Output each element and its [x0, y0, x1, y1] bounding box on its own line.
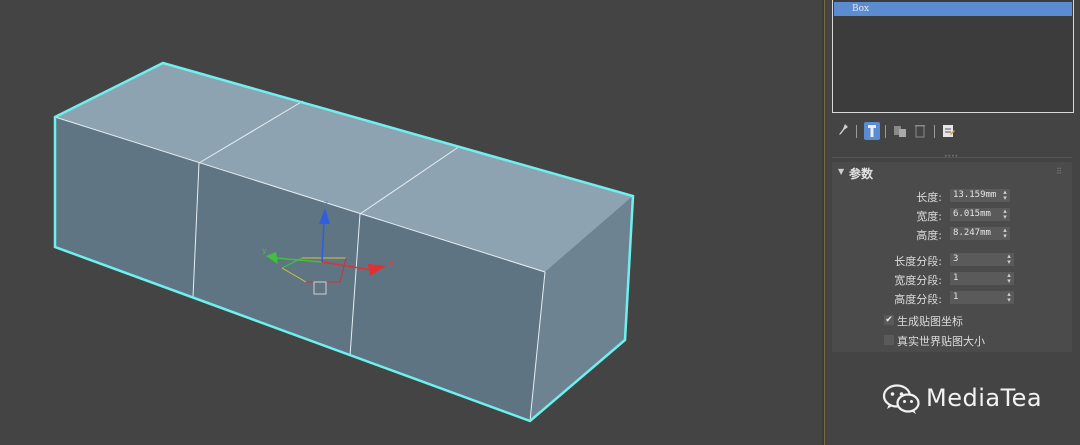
width-segs-row: 宽度分段: 1 ▴ ▾ [832, 271, 1072, 287]
gen-mapping-label: 生成贴图坐标 [897, 315, 963, 328]
parameters-rollout: ▼ 参数 ⠿ 长度: 13.159mm ▴ ▾ 宽度: 6.015mm ▴ ▾ 高度… [832, 162, 1072, 352]
rollout-header[interactable]: ▼ 参数 ⠿ [832, 162, 1072, 182]
width-row: 宽度: 6.015mm ▴ ▾ [832, 207, 1072, 223]
stack-toolbar [832, 122, 1072, 142]
rollout-grip-icon[interactable]: ⠿ [1056, 167, 1062, 176]
viewport-border [824, 0, 825, 445]
gizmo-x-label: x [389, 259, 394, 268]
real-world-label: 真实世界贴图大小 [897, 335, 985, 348]
toolbar-separator [856, 125, 857, 138]
real-world-checkbox[interactable] [884, 335, 894, 345]
height-segs-row: 高度分段: 1 ▴ ▾ [832, 290, 1072, 306]
stack-item-box[interactable]: Box [834, 2, 1072, 16]
height-spinner-icon[interactable]: ▴ ▾ [1000, 227, 1010, 240]
length-segs-label: 长度分段: [894, 255, 942, 268]
length-spinner-icon[interactable]: ▴ ▾ [1000, 189, 1010, 202]
height-segs-label: 高度分段: [894, 293, 942, 306]
watermark-text: MediaTea [926, 384, 1043, 412]
length-segs-spinner-icon[interactable]: ▴ ▾ [1004, 253, 1014, 266]
wechat-icon [882, 384, 920, 414]
rollout-title: 参数 [849, 167, 874, 181]
command-panel: Box •••• ▼ 参数 ⠿ 长度: 13.159mm ▴ ▾ 宽度: 6.0… [826, 0, 1080, 445]
make-unique-icon[interactable] [892, 122, 908, 140]
divider-grip[interactable]: •••• [944, 154, 958, 160]
height-segs-spinner-icon[interactable]: ▴ ▾ [1004, 291, 1014, 304]
perspective-viewport[interactable]: x y z [0, 0, 822, 445]
gizmo-y-label: y [262, 246, 267, 255]
stack-item-label: Box [852, 4, 870, 14]
gen-mapping-checkbox[interactable]: ✔ [884, 315, 894, 325]
height-row: 高度: 8.247mm ▴ ▾ [832, 226, 1072, 242]
width-segs-spinner-icon[interactable]: ▴ ▾ [1004, 272, 1014, 285]
toolbar-separator [885, 125, 886, 138]
length-segs-row: 长度分段: 3 ▴ ▾ [832, 252, 1072, 268]
width-label: 宽度: [916, 210, 942, 223]
remove-modifier-icon[interactable] [912, 122, 928, 140]
width-segs-label: 宽度分段: [894, 274, 942, 287]
width-spinner-icon[interactable]: ▴ ▾ [1000, 208, 1010, 221]
gizmo-z-label: z [324, 199, 328, 208]
height-label: 高度: [916, 229, 942, 242]
length-row: 长度: 13.159mm ▴ ▾ [832, 188, 1072, 204]
collapse-arrow-icon[interactable]: ▼ [838, 167, 844, 176]
length-label: 长度: [916, 191, 942, 204]
configure-modifier-sets-icon[interactable] [940, 122, 956, 140]
pin-stack-icon[interactable] [835, 122, 851, 140]
show-end-result-icon[interactable] [864, 122, 880, 140]
toolbar-separator [934, 125, 935, 138]
modifier-stack-list[interactable]: Box [832, 0, 1074, 113]
viewport-canvas[interactable]: x y z [0, 0, 822, 445]
